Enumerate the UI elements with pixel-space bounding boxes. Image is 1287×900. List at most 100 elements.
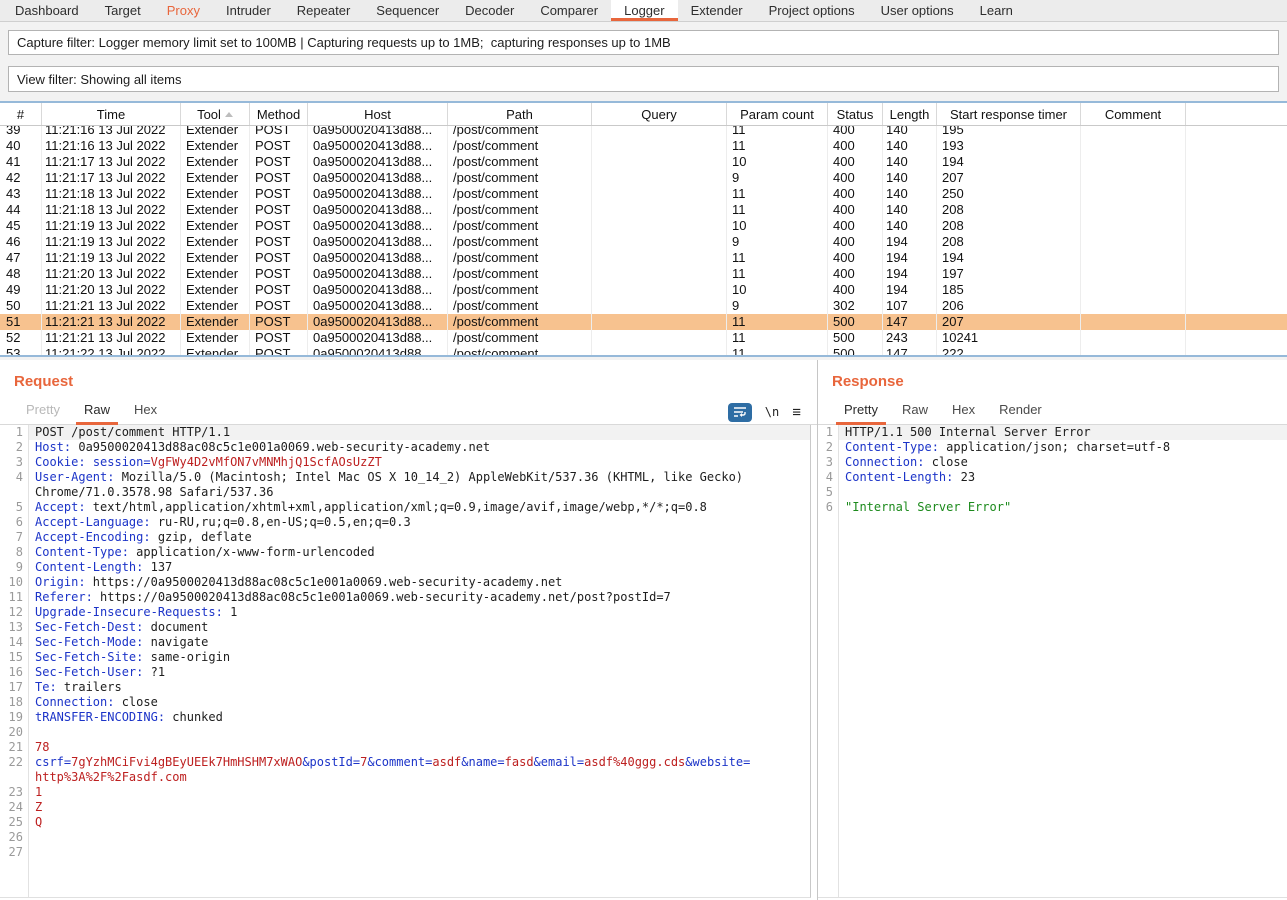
editor-line: 16Sec-Fetch-User: ?1: [0, 665, 810, 680]
cell-comment: [1081, 298, 1186, 314]
menu-item-comparer[interactable]: Comparer: [527, 0, 611, 21]
table-row[interactable]: 4311:21:18 13 Jul 2022ExtenderPOST0a9500…: [0, 186, 1287, 202]
column-header-status[interactable]: Status: [828, 103, 883, 125]
menu-item-sequencer[interactable]: Sequencer: [363, 0, 452, 21]
line-content: csrf=7gYzhMCiFvi4gBEyUEEk7HmHSHM7xWAO&po…: [28, 755, 810, 770]
column-label: Query: [641, 107, 676, 122]
table-row[interactable]: 4011:21:16 13 Jul 2022ExtenderPOST0a9500…: [0, 138, 1287, 154]
cell-: 45: [0, 218, 42, 234]
tab-hex[interactable]: Hex: [940, 398, 987, 424]
cell-host: 0a9500020413d88...: [308, 138, 448, 154]
cell-host: 0a9500020413d88...: [308, 298, 448, 314]
column-header-comment[interactable]: Comment: [1081, 103, 1186, 125]
cell-param-count: 11: [727, 186, 828, 202]
log-table: #TimeToolMethodHostPathQueryParam countS…: [0, 101, 1287, 357]
capture-filter-bar[interactable]: Capture filter: Logger memory limit set …: [8, 30, 1279, 55]
cell-start-response-timer: 193: [937, 138, 1081, 154]
tab-raw[interactable]: Raw: [72, 398, 122, 424]
column-header-start-response-timer[interactable]: Start response timer: [937, 103, 1081, 125]
request-editor[interactable]: 1POST /post/comment HTTP/1.12Host: 0a950…: [0, 425, 811, 898]
table-row[interactable]: 4611:21:19 13 Jul 2022ExtenderPOST0a9500…: [0, 234, 1287, 250]
cell-time: 11:21:18 13 Jul 2022: [42, 186, 181, 202]
menu-item-intruder[interactable]: Intruder: [213, 0, 284, 21]
line-number: 4: [818, 470, 838, 485]
cell-: 51: [0, 314, 42, 330]
tab-render[interactable]: Render: [987, 398, 1054, 424]
tab-hex[interactable]: Hex: [122, 398, 169, 424]
line-number: 15: [0, 650, 28, 665]
tab-raw[interactable]: Raw: [890, 398, 940, 424]
cell-: 53: [0, 346, 42, 355]
table-row[interactable]: 4811:21:20 13 Jul 2022ExtenderPOST0a9500…: [0, 266, 1287, 282]
cell-start-response-timer: 194: [937, 154, 1081, 170]
line-content: Origin: https://0a9500020413d88ac08c5c1e…: [28, 575, 810, 590]
cell-method: POST: [250, 170, 308, 186]
view-filter-bar[interactable]: View filter: Showing all items: [8, 66, 1279, 92]
table-row[interactable]: 5111:21:21 13 Jul 2022ExtenderPOST0a9500…: [0, 314, 1287, 330]
cell-status: 500: [828, 330, 883, 346]
cell-: 46: [0, 234, 42, 250]
table-row[interactable]: 4911:21:20 13 Jul 2022ExtenderPOST0a9500…: [0, 282, 1287, 298]
table-row[interactable]: 3911:21:16 13 Jul 2022ExtenderPOST0a9500…: [0, 126, 1287, 138]
table-row[interactable]: 5311:21:22 13 Jul 2022ExtenderPOST0a9500…: [0, 346, 1287, 355]
editor-menu-icon[interactable]: ≡: [792, 405, 801, 420]
cell-start-response-timer: 206: [937, 298, 1081, 314]
table-row[interactable]: 4211:21:17 13 Jul 2022ExtenderPOST0a9500…: [0, 170, 1287, 186]
request-title: Request: [14, 373, 73, 390]
response-editor[interactable]: 1HTTP/1.1 500 Internal Server Error2Cont…: [818, 425, 1287, 898]
column-label: Method: [257, 107, 300, 122]
cell-param-count: 11: [727, 126, 828, 138]
cell-: 48: [0, 266, 42, 282]
cell-tool: Extender: [181, 202, 250, 218]
menu-item-target[interactable]: Target: [92, 0, 154, 21]
column-header-[interactable]: #: [0, 103, 42, 125]
table-row[interactable]: 4111:21:17 13 Jul 2022ExtenderPOST0a9500…: [0, 154, 1287, 170]
menu-item-decoder[interactable]: Decoder: [452, 0, 527, 21]
column-header-method[interactable]: Method: [250, 103, 308, 125]
column-header-length[interactable]: Length: [883, 103, 937, 125]
cell-path: /post/comment: [448, 314, 592, 330]
cell-param-count: 11: [727, 250, 828, 266]
cell-time: 11:21:16 13 Jul 2022: [42, 138, 181, 154]
cell-start-response-timer: 207: [937, 170, 1081, 186]
column-header-param-count[interactable]: Param count: [727, 103, 828, 125]
column-header-path[interactable]: Path: [448, 103, 592, 125]
table-row[interactable]: 4411:21:18 13 Jul 2022ExtenderPOST0a9500…: [0, 202, 1287, 218]
column-header-tool[interactable]: Tool: [181, 103, 250, 125]
line-number: 11: [0, 590, 28, 605]
column-header-query[interactable]: Query: [592, 103, 727, 125]
menu-item-project-options[interactable]: Project options: [756, 0, 868, 21]
newline-markers-icon[interactable]: \n: [765, 405, 779, 419]
tab-pretty[interactable]: Pretty: [14, 398, 72, 424]
line-number: 4: [0, 470, 28, 485]
cell-path: /post/comment: [448, 138, 592, 154]
cell-comment: [1081, 234, 1186, 250]
word-wrap-toggle-icon[interactable]: [728, 403, 752, 422]
cell-tool: Extender: [181, 234, 250, 250]
table-row[interactable]: 4711:21:19 13 Jul 2022ExtenderPOST0a9500…: [0, 250, 1287, 266]
tab-pretty[interactable]: Pretty: [832, 398, 890, 424]
table-row[interactable]: 5211:21:21 13 Jul 2022ExtenderPOST0a9500…: [0, 330, 1287, 346]
cell-path: /post/comment: [448, 282, 592, 298]
line-content: Accept: text/html,application/xhtml+xml,…: [28, 500, 810, 515]
menu-item-logger[interactable]: Logger: [611, 0, 677, 21]
cell-query: [592, 250, 727, 266]
menu-item-extender[interactable]: Extender: [678, 0, 756, 21]
menu-item-learn[interactable]: Learn: [967, 0, 1026, 21]
column-header-host[interactable]: Host: [308, 103, 448, 125]
table-row[interactable]: 5011:21:21 13 Jul 2022ExtenderPOST0a9500…: [0, 298, 1287, 314]
menu-item-repeater[interactable]: Repeater: [284, 0, 363, 21]
menu-item-user-options[interactable]: User options: [868, 0, 967, 21]
cell-query: [592, 282, 727, 298]
cell-length: 194: [883, 266, 937, 282]
table-row[interactable]: 4511:21:19 13 Jul 2022ExtenderPOST0a9500…: [0, 218, 1287, 234]
line-content: User-Agent: Mozilla/5.0 (Macintosh; Inte…: [28, 470, 810, 485]
cell-host: 0a9500020413d88...: [308, 154, 448, 170]
cell-status: 400: [828, 186, 883, 202]
menu-item-proxy[interactable]: Proxy: [154, 0, 213, 21]
cell-start-response-timer: 194: [937, 250, 1081, 266]
column-label: Tool: [197, 107, 221, 122]
wrap-glyph: [733, 406, 747, 418]
menu-item-dashboard[interactable]: Dashboard: [2, 0, 92, 21]
column-header-time[interactable]: Time: [42, 103, 181, 125]
